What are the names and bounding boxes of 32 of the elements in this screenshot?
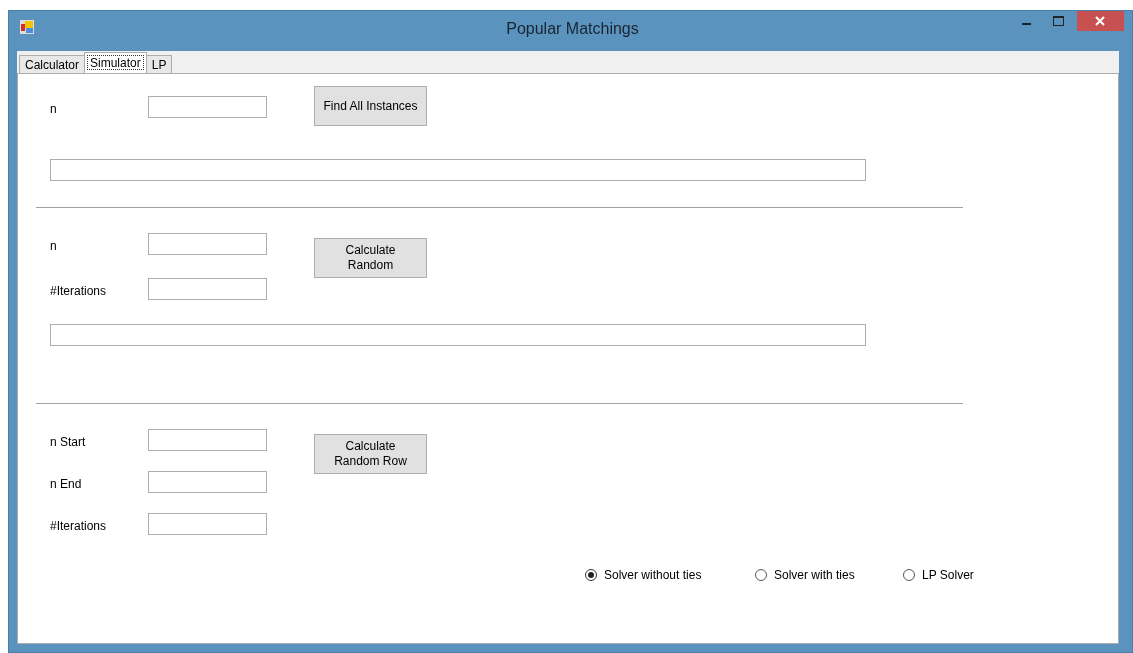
input-field[interactable] (148, 513, 267, 535)
app-icon (20, 20, 34, 34)
input-field[interactable] (148, 278, 267, 300)
output-field[interactable] (50, 324, 866, 346)
close-button[interactable] (1077, 11, 1124, 31)
radio-label[interactable]: LP Solver (922, 568, 974, 582)
output-field[interactable] (50, 159, 866, 181)
radio-button[interactable] (755, 569, 767, 581)
window-title: Popular Matchings (505, 20, 639, 38)
radio-label[interactable]: Solver without ties (604, 568, 702, 582)
action-button[interactable]: Find All Instances (314, 86, 427, 126)
field-label: n Start (50, 434, 87, 449)
action-button[interactable]: Calculate Random (314, 238, 427, 278)
input-field[interactable] (148, 429, 267, 451)
close-icon (1095, 16, 1106, 26)
maximize-icon[interactable] (1053, 16, 1065, 26)
input-field[interactable] (148, 471, 267, 493)
tab[interactable]: LP (145, 55, 173, 73)
minimize-icon[interactable] (1022, 23, 1032, 25)
tab[interactable]: Simulator (84, 52, 147, 73)
field-label: n (50, 238, 58, 253)
radio-label[interactable]: Solver with ties (774, 568, 855, 582)
radio-button[interactable] (585, 569, 597, 581)
field-label: n (50, 101, 58, 116)
action-button[interactable]: Calculate Random Row (314, 434, 427, 474)
input-field[interactable] (148, 233, 267, 255)
tab[interactable]: Calculator (19, 55, 86, 73)
input-field[interactable] (148, 96, 267, 118)
field-label: #Iterations (50, 283, 108, 298)
radio-button[interactable] (903, 569, 915, 581)
field-label: n End (50, 476, 83, 491)
field-label: #Iterations (50, 518, 108, 533)
